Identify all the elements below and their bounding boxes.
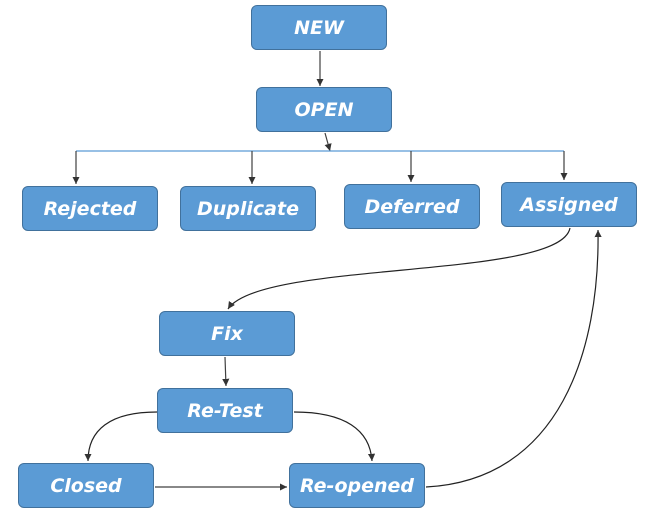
node-retest: Re-Test [157,388,293,433]
edges [72,51,602,491]
edge-assigned-fix [227,227,571,310]
node-assigned: Assigned [501,182,637,227]
edge-open-branch [324,132,332,152]
node-reopened: Re-opened [289,463,425,508]
node-open: OPEN [256,87,392,132]
node-closed: Closed [18,463,154,508]
edge-reopened-assigned [425,229,602,488]
node-deferred: Deferred [344,184,480,229]
defect-lifecycle-diagram: NEW OPEN Rejected Duplicate Deferred Ass… [0,0,660,522]
edge-fix-retest [222,356,230,387]
edge-retest-reopened [293,411,376,462]
edge-retest-closed [84,411,158,462]
node-fix: Fix [159,311,295,356]
node-rejected: Rejected [22,186,158,231]
node-duplicate: Duplicate [180,186,316,231]
node-new: NEW [251,5,387,50]
